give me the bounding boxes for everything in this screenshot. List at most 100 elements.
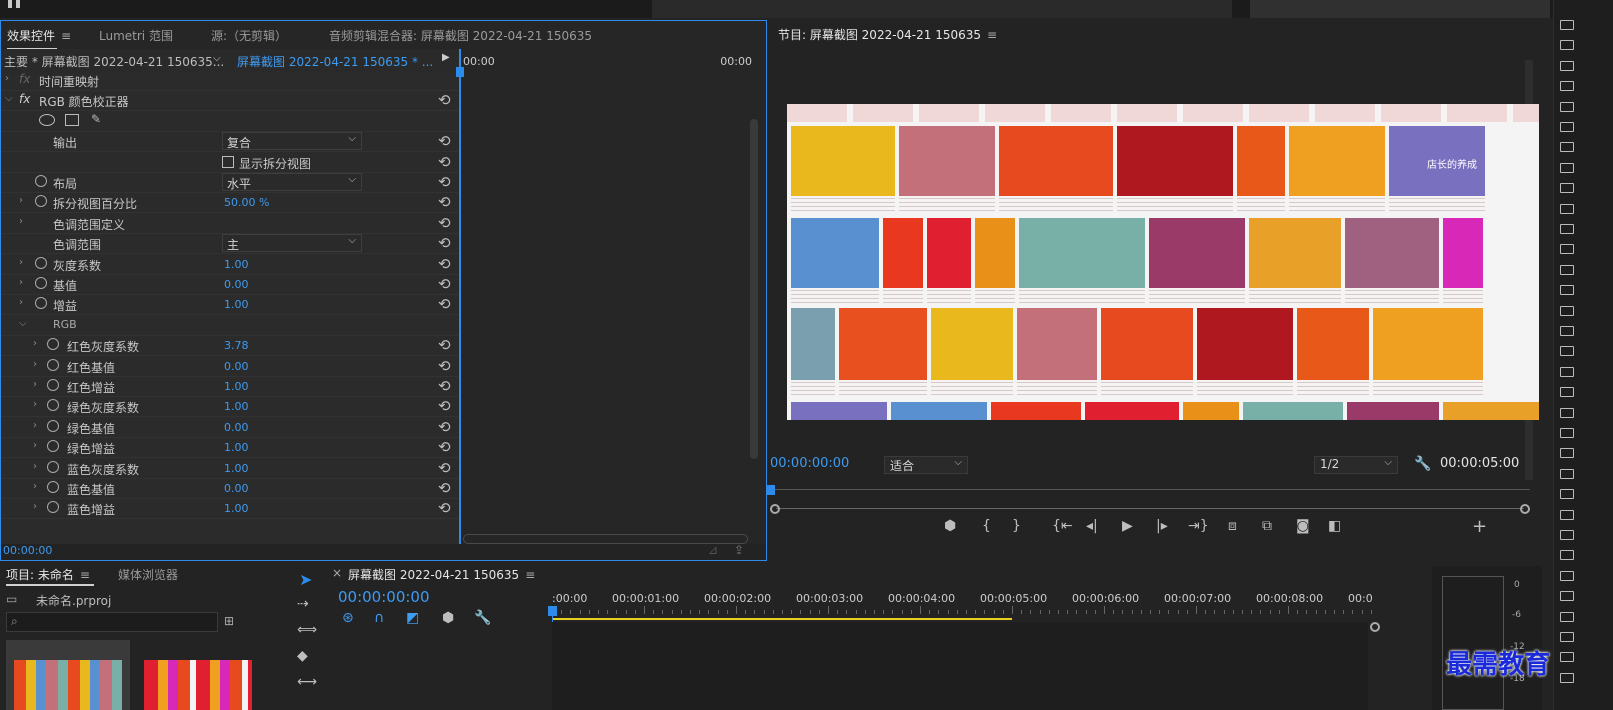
reset-icon[interactable]: ⟲ bbox=[438, 295, 451, 313]
new-bin-icon[interactable]: ⊞ bbox=[224, 614, 234, 628]
stopwatch-icon[interactable] bbox=[47, 338, 59, 351]
property-row[interactable]: › 蓝色灰度系数 1.00 ⟲ bbox=[1, 458, 459, 479]
twirl-icon[interactable]: ⌵ bbox=[5, 93, 13, 104]
stopwatch-icon[interactable] bbox=[47, 419, 59, 432]
bin-folder-icon[interactable] bbox=[1560, 632, 1574, 642]
twirl-icon[interactable]: › bbox=[33, 481, 37, 492]
tab-lumetri-scopes[interactable]: Lumetri 范围 bbox=[99, 27, 173, 44]
timeline-settings-icon[interactable]: 🔧 bbox=[474, 610, 491, 626]
playhead-handle[interactable] bbox=[548, 606, 557, 616]
menu-icon[interactable]: ≡ bbox=[525, 568, 535, 582]
pen-mask-icon[interactable]: ✎ bbox=[91, 112, 101, 126]
timeline-tracks[interactable] bbox=[552, 622, 1368, 710]
stopwatch-icon[interactable] bbox=[47, 481, 59, 493]
menu-icon[interactable]: ≡ bbox=[987, 28, 997, 42]
property-row[interactable]: 色调范围 主 ⌵ ⟲ bbox=[1, 233, 459, 255]
property-value[interactable]: 0.00 bbox=[224, 360, 249, 373]
property-row[interactable]: › 蓝色增益 1.00 ⟲ bbox=[1, 498, 459, 520]
menu-icon[interactable]: ≡ bbox=[80, 568, 90, 582]
add-button-icon[interactable]: + bbox=[1472, 516, 1487, 537]
stopwatch-icon[interactable] bbox=[47, 358, 59, 371]
twirl-icon[interactable]: › bbox=[5, 73, 9, 84]
ripple-edit-icon[interactable]: ⟺ bbox=[297, 622, 317, 638]
tab-sequence[interactable]: 屏幕截图 2022-04-21 150635 ≡ bbox=[348, 566, 535, 583]
property-row[interactable]: 输出 复合 ⌵ ⟲ bbox=[1, 131, 459, 153]
property-row[interactable]: › fx 时间重映射 bbox=[1, 70, 459, 91]
reset-icon[interactable]: ⟲ bbox=[438, 377, 451, 395]
reset-icon[interactable]: ⟲ bbox=[438, 397, 451, 415]
bin-folder-icon[interactable] bbox=[1560, 407, 1574, 418]
tab-source[interactable]: 源:（无剪辑） bbox=[211, 27, 287, 44]
property-value[interactable]: 1.00 bbox=[224, 400, 249, 413]
bin-folder-icon[interactable] bbox=[1560, 530, 1574, 540]
property-row[interactable]: › 红色增益 1.00 ⟲ bbox=[1, 376, 459, 397]
property-row[interactable]: › 绿色灰度系数 1.00 ⟲ bbox=[1, 396, 459, 418]
property-value[interactable]: 1.00 bbox=[224, 380, 249, 393]
extract-icon[interactable]: ⧉ bbox=[1262, 518, 1272, 534]
bin-folder-icon[interactable] bbox=[1560, 264, 1574, 275]
reset-icon[interactable]: ⟲ bbox=[438, 91, 451, 109]
reset-icon[interactable]: ⟲ bbox=[438, 336, 451, 354]
property-row[interactable]: ✎ bbox=[1, 111, 459, 132]
program-monitor-title[interactable]: 节目: 屏幕截图 2022-04-21 150635 ≡ bbox=[778, 26, 997, 43]
property-value[interactable]: 1.00 bbox=[224, 462, 249, 475]
bin-folder-icon[interactable] bbox=[1560, 611, 1574, 622]
work-area-bar[interactable] bbox=[552, 618, 1012, 620]
twirl-icon[interactable]: › bbox=[19, 297, 23, 308]
bin-folder-icon[interactable] bbox=[1560, 101, 1574, 112]
bin-folder-icon[interactable] bbox=[1560, 468, 1574, 479]
add-marker-icon[interactable]: ⬢ bbox=[442, 610, 454, 626]
twirl-icon[interactable]: › bbox=[33, 440, 37, 451]
bin-folder-icon[interactable] bbox=[1560, 652, 1574, 663]
search-area[interactable] bbox=[1250, 0, 1550, 18]
reset-icon[interactable]: ⟲ bbox=[438, 479, 451, 497]
property-value[interactable]: 50.00 % bbox=[224, 196, 269, 209]
split-view-checkbox[interactable] bbox=[222, 155, 234, 168]
timeline-timecode[interactable]: 00:00:00:00 bbox=[338, 588, 430, 606]
snap-icon[interactable]: ⊛ bbox=[342, 610, 354, 626]
go-to-out-icon[interactable]: ⇥} bbox=[1188, 518, 1209, 534]
twirl-icon[interactable]: › bbox=[33, 379, 37, 390]
property-row[interactable]: › 灰度系数 1.00 ⟲ bbox=[1, 254, 459, 275]
bin-folder-icon[interactable] bbox=[1560, 285, 1574, 296]
reset-icon[interactable]: ⟲ bbox=[438, 255, 451, 273]
bin-folder-icon[interactable] bbox=[1560, 81, 1574, 92]
program-zoom-bar[interactable] bbox=[770, 503, 1530, 515]
comparison-view-icon[interactable]: ◧ bbox=[1328, 518, 1341, 534]
property-row[interactable]: › 红色基值 0.00 ⟲ bbox=[1, 356, 459, 377]
playhead-handle[interactable] bbox=[456, 67, 464, 77]
property-row[interactable]: 布局 水平 ⌵ ⟲ bbox=[1, 172, 459, 193]
property-row[interactable]: › 绿色增益 1.00 ⟲ bbox=[1, 437, 459, 459]
reset-icon[interactable]: ⟲ bbox=[438, 357, 451, 375]
property-value[interactable]: 1.00 bbox=[224, 441, 249, 454]
property-dropdown[interactable]: 复合 ⌵ bbox=[222, 132, 362, 151]
bin-folder-icon[interactable] bbox=[1560, 40, 1574, 51]
stopwatch-icon[interactable] bbox=[35, 175, 47, 187]
property-row[interactable]: ⌵ RGB bbox=[1, 315, 459, 336]
bin-folder-icon[interactable] bbox=[1560, 142, 1574, 153]
bin-folder-icon[interactable] bbox=[1560, 326, 1574, 336]
bin-folder-icon[interactable] bbox=[1560, 672, 1574, 683]
twirl-icon[interactable]: › bbox=[33, 420, 37, 431]
stopwatch-icon[interactable] bbox=[35, 277, 47, 289]
bin-folder-icon[interactable] bbox=[1560, 570, 1574, 581]
rectangle-mask-icon[interactable] bbox=[65, 113, 79, 126]
close-icon[interactable]: × bbox=[332, 566, 342, 580]
tab-audio-clip-mixer[interactable]: 音频剪辑混合器: 屏幕截图 2022-04-21 150635 bbox=[329, 27, 592, 44]
export-icon[interactable]: ⇪ bbox=[734, 543, 744, 557]
go-to-in-icon[interactable]: {⇤ bbox=[1052, 518, 1073, 534]
vertical-scrollbar[interactable] bbox=[750, 119, 758, 459]
reset-icon[interactable]: ⟲ bbox=[438, 499, 451, 517]
playhead-handle[interactable] bbox=[766, 485, 775, 495]
stopwatch-icon[interactable] bbox=[47, 501, 59, 514]
property-value[interactable]: 0.00 bbox=[224, 278, 249, 291]
program-playhead-timecode[interactable]: 00:00:00:00 bbox=[770, 456, 849, 471]
reset-icon[interactable]: ⟲ bbox=[438, 275, 451, 293]
reset-icon[interactable]: ⟲ bbox=[438, 132, 451, 150]
slip-tool-icon[interactable]: ⟷ bbox=[297, 674, 317, 690]
reset-icon[interactable]: ⟲ bbox=[438, 234, 451, 252]
property-row[interactable]: › 增益 1.00 ⟲ bbox=[1, 294, 459, 316]
twirl-icon[interactable]: ⌵ bbox=[19, 318, 27, 329]
reset-icon[interactable]: ⟲ bbox=[438, 459, 451, 477]
twirl-icon[interactable]: › bbox=[19, 195, 23, 206]
